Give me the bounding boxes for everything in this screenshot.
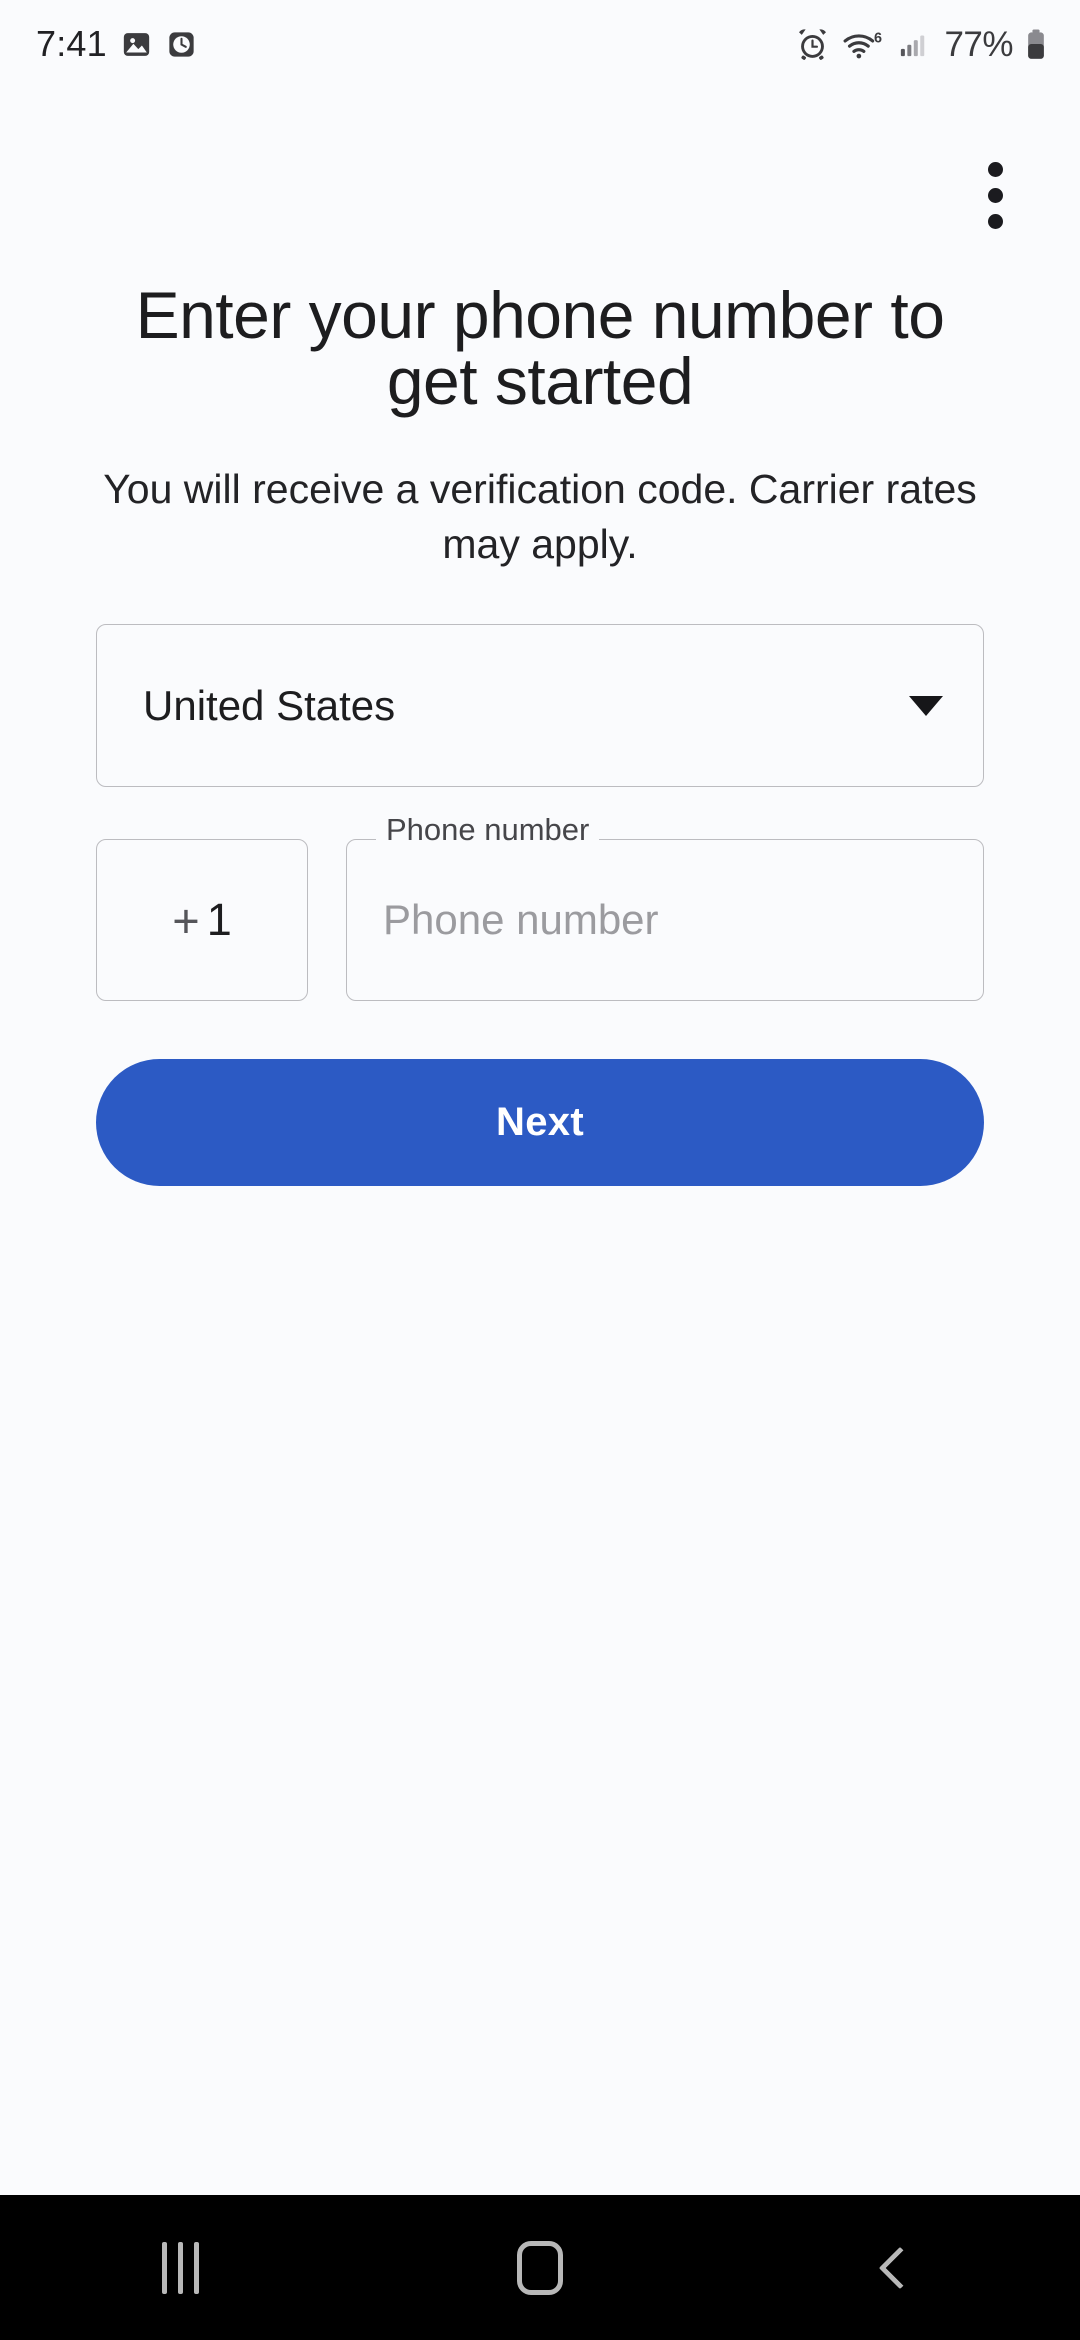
back-icon [878, 2246, 922, 2289]
nav-home-button[interactable] [450, 2195, 630, 2340]
country-select-value: United States [143, 681, 396, 729]
plus-icon: + [172, 893, 200, 947]
phone-number-row: + 1 Phone number [96, 812, 984, 1002]
phone-number-input[interactable] [383, 896, 947, 945]
chevron-down-icon [909, 695, 943, 716]
nav-recents-button[interactable] [90, 2195, 270, 2340]
home-icon [517, 2240, 563, 2295]
recents-icon [161, 2241, 199, 2294]
next-button[interactable]: Next [96, 1059, 984, 1187]
nav-back-button[interactable] [810, 2195, 990, 2340]
main-content: Enter your phone number to get started Y… [0, 0, 1080, 1187]
country-code-value: 1 [206, 894, 232, 946]
phone-screen: 7:41 6 77% Enter your phone number to ge… [0, 0, 1080, 2340]
phone-number-float-label: Phone number [376, 812, 600, 848]
page-title: Enter your phone number to get started [135, 278, 945, 418]
phone-number-field-wrapper: Phone number [346, 812, 984, 1002]
country-select[interactable]: United States [96, 624, 984, 788]
country-code-field[interactable]: + 1 [96, 839, 308, 1002]
phone-number-field[interactable] [346, 839, 984, 1002]
page-subtitle: You will receive a verification code. Ca… [103, 466, 977, 567]
navigation-bar [0, 2195, 1080, 2340]
